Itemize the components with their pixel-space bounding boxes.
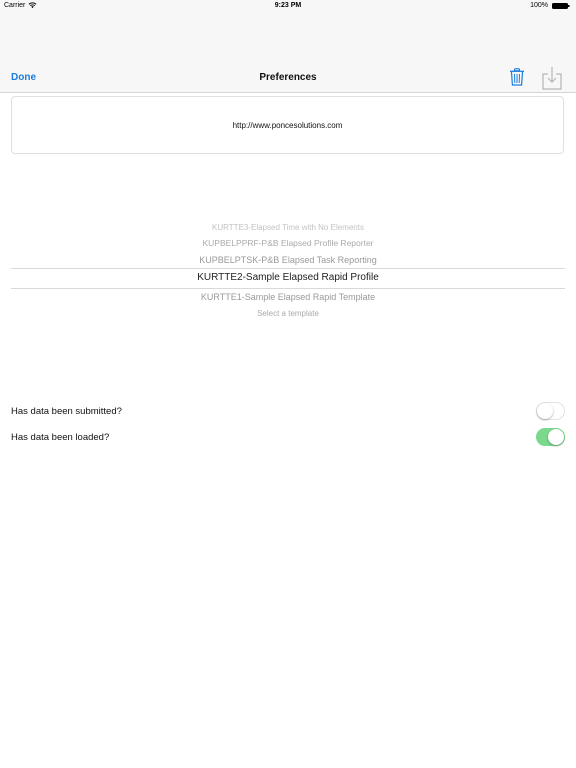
submitted-label: Has data been submitted? (11, 406, 122, 417)
picker-option-selected[interactable]: KURTTE2-Sample Elapsed Rapid Profile (0, 272, 576, 283)
navigation-bar: Done Preferences (0, 12, 576, 93)
toggle-knob (537, 403, 553, 419)
picker-selection-top-line (11, 268, 565, 269)
battery-icon (552, 3, 570, 9)
url-value: http://www.poncesolutions.com (232, 120, 343, 130)
picker-option[interactable]: KURTTE3-Elapsed Time with No Elements (0, 223, 576, 232)
template-picker[interactable]: KURTTE3-Elapsed Time with No Elements KU… (0, 218, 576, 328)
clock: 9:23 PM (274, 2, 302, 9)
trash-icon[interactable] (509, 68, 525, 86)
picker-option[interactable]: KURTTE1-Sample Elapsed Rapid Template (0, 292, 576, 302)
picker-selection-bottom-line (11, 288, 565, 289)
battery-percentage: 100% (530, 2, 548, 9)
loaded-toggle[interactable] (536, 428, 565, 446)
page-title: Preferences (259, 72, 317, 83)
setting-row-submitted: Has data been submitted? (11, 402, 565, 422)
setting-row-loaded: Has data been loaded? (11, 428, 565, 448)
toggle-knob (548, 429, 564, 445)
submitted-toggle[interactable] (536, 402, 565, 420)
picker-option[interactable]: KUPBELPPRF-P&B Elapsed Profile Reporter (0, 238, 576, 248)
picker-option[interactable]: KUPBELPTSK-P&B Elapsed Task Reporting (0, 255, 576, 265)
loaded-label: Has data been loaded? (11, 432, 110, 443)
picker-option[interactable]: Select a template (0, 309, 576, 318)
status-bar: Carrier 9:23 PM 100% (0, 0, 576, 12)
url-field[interactable]: http://www.poncesolutions.com (11, 96, 564, 154)
download-icon[interactable] (542, 66, 562, 90)
